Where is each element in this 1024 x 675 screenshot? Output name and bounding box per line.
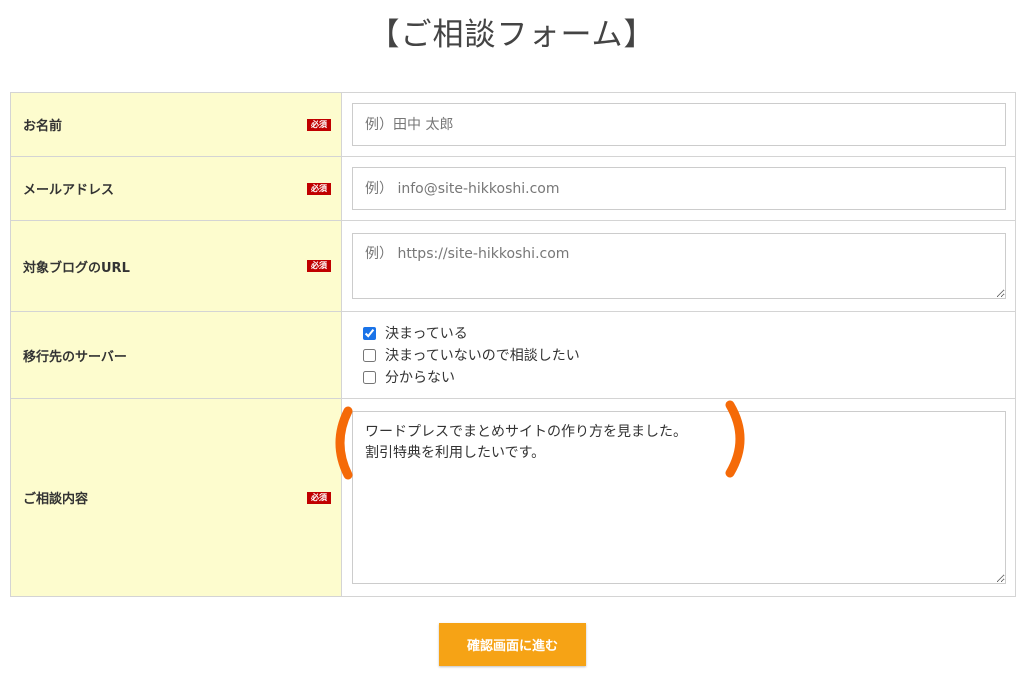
consultation-textarea[interactable]: ワードプレスでまとめサイトの作り方を見ました。 割引特典を利用したいです。 bbox=[352, 411, 1006, 584]
server-option-decided-label: 決まっている bbox=[385, 326, 468, 342]
form-row-email: メールアドレス 必須 bbox=[10, 156, 1016, 221]
server-field-cell: 決まっている 決まっていないので相談したい 分からない bbox=[341, 311, 1016, 399]
required-badge: 必須 bbox=[307, 260, 331, 272]
consultation-field-cell: ワードプレスでまとめサイトの作り方を見ました。 割引特典を利用したいです。 bbox=[341, 398, 1016, 597]
blog-url-label: 対象ブログのURL bbox=[23, 260, 130, 276]
server-option-undecided[interactable]: 決まっていないので相談したい bbox=[352, 344, 1005, 366]
form-table: お名前 必須 メールアドレス 必須 対象ブログのURL 必須 bbox=[10, 92, 1016, 597]
server-option-decided[interactable]: 決まっている bbox=[352, 322, 1005, 344]
email-label: メールアドレス bbox=[23, 183, 115, 198]
server-option-unknown-checkbox[interactable] bbox=[363, 370, 376, 384]
server-label-cell: 移行先のサーバー bbox=[10, 311, 342, 399]
required-badge: 必須 bbox=[307, 491, 331, 504]
consultation-label-cell: ご相談内容 必須 bbox=[10, 398, 342, 597]
form-row-consultation: ご相談内容 必須 ワードプレスでまとめサイトの作り方を見ました。 割引特典を利用… bbox=[10, 398, 1016, 597]
server-option-decided-checkbox[interactable] bbox=[363, 326, 376, 340]
form-row-name: お名前 必須 bbox=[10, 92, 1016, 157]
required-badge: 必須 bbox=[307, 118, 331, 131]
server-label: 移行先のサーバー bbox=[23, 349, 127, 365]
consultation-form-page: 【ご相談フォーム】 お名前 必須 メールアドレス 必須 対象ブログのURL 必須 bbox=[0, 0, 1024, 675]
blog-url-textarea[interactable] bbox=[352, 233, 1006, 299]
confirm-button[interactable]: 確認画面に進む bbox=[439, 623, 586, 666]
consultation-label: ご相談内容 bbox=[23, 492, 89, 507]
required-badge: 必須 bbox=[307, 182, 331, 195]
page-title: 【ご相談フォーム】 bbox=[368, 17, 656, 53]
server-option-unknown-label: 分からない bbox=[385, 370, 455, 386]
name-input[interactable] bbox=[352, 103, 1006, 146]
blog-url-field-cell bbox=[341, 220, 1016, 312]
name-label: お名前 bbox=[23, 119, 63, 134]
email-label-cell: メールアドレス 必須 bbox=[10, 156, 342, 221]
name-label-cell: お名前 必須 bbox=[10, 92, 342, 157]
server-option-undecided-checkbox[interactable] bbox=[363, 348, 376, 362]
server-option-undecided-label: 決まっていないので相談したい bbox=[385, 348, 580, 364]
blog-url-label-cell: 対象ブログのURL 必須 bbox=[10, 220, 342, 312]
form-row-blog-url: 対象ブログのURL 必須 bbox=[10, 220, 1016, 312]
server-options: 決まっている 決まっていないので相談したい 分からない bbox=[352, 320, 1005, 390]
server-option-unknown[interactable]: 分からない bbox=[352, 366, 1005, 388]
email-field-cell bbox=[341, 156, 1016, 221]
form-row-server: 移行先のサーバー 決まっている 決まっていないので相談したい 分からない bbox=[10, 311, 1016, 399]
email-input[interactable] bbox=[352, 167, 1006, 210]
name-field-cell bbox=[341, 92, 1016, 157]
